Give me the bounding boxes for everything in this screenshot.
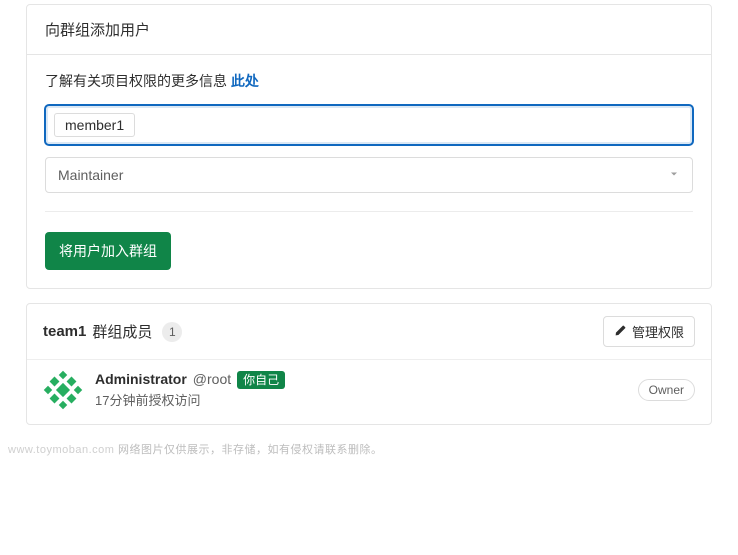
avatar — [43, 370, 83, 410]
permissions-info-text: 了解有关项目权限的更多信息 — [45, 73, 227, 89]
member-name[interactable]: Administrator — [95, 370, 187, 390]
permissions-info: 了解有关项目权限的更多信息 此处 — [45, 71, 693, 91]
footer-text: 网络图片仅供展示，非存储，如有侵权请联系删除。 — [118, 444, 383, 456]
manage-permissions-button[interactable]: 管理权限 — [603, 316, 695, 347]
member-granted-text: 17分钟前授权访问 — [95, 392, 626, 410]
chevron-down-icon — [668, 167, 680, 183]
members-count-badge: 1 — [162, 322, 182, 342]
add-user-card: 向群组添加用户 了解有关项目权限的更多信息 此处 member1 Maintai… — [26, 4, 712, 289]
role-select[interactable]: Maintainer — [45, 157, 693, 193]
members-title: team1 群组成员 1 — [43, 321, 182, 342]
member-token-input[interactable]: member1 — [45, 105, 693, 145]
permissions-info-link[interactable]: 此处 — [231, 73, 259, 89]
member-role-pill: Owner — [638, 379, 695, 401]
members-card: team1 群组成员 1 管理权限 — [26, 303, 712, 425]
add-to-group-button[interactable]: 将用户加入群组 — [45, 232, 171, 270]
role-select-value: Maintainer — [58, 167, 123, 183]
members-title-suffix: 群组成员 — [92, 321, 152, 342]
self-badge: 你自己 — [237, 371, 285, 390]
footer-domain: www.toymoban.com — [8, 444, 114, 456]
add-user-title: 向群组添加用户 — [27, 5, 711, 55]
add-user-body: 了解有关项目权限的更多信息 此处 member1 Maintainer 将用户加… — [27, 55, 711, 288]
footer-note: www.toymoban.com 网络图片仅供展示，非存储，如有侵权请联系删除。 — [0, 435, 738, 457]
pencil-icon — [614, 324, 627, 340]
member-name-line: Administrator @root 你自己 — [95, 370, 626, 390]
member-handle: @root — [193, 370, 231, 390]
member-info: Administrator @root 你自己 17分钟前授权访问 — [95, 370, 626, 410]
group-name: team1 — [43, 323, 86, 340]
members-header: team1 群组成员 1 管理权限 — [27, 304, 711, 359]
member-token-chip[interactable]: member1 — [54, 113, 135, 137]
manage-permissions-label: 管理权限 — [632, 322, 684, 341]
member-row: Administrator @root 你自己 17分钟前授权访问 Owner — [27, 359, 711, 424]
divider — [45, 211, 693, 212]
